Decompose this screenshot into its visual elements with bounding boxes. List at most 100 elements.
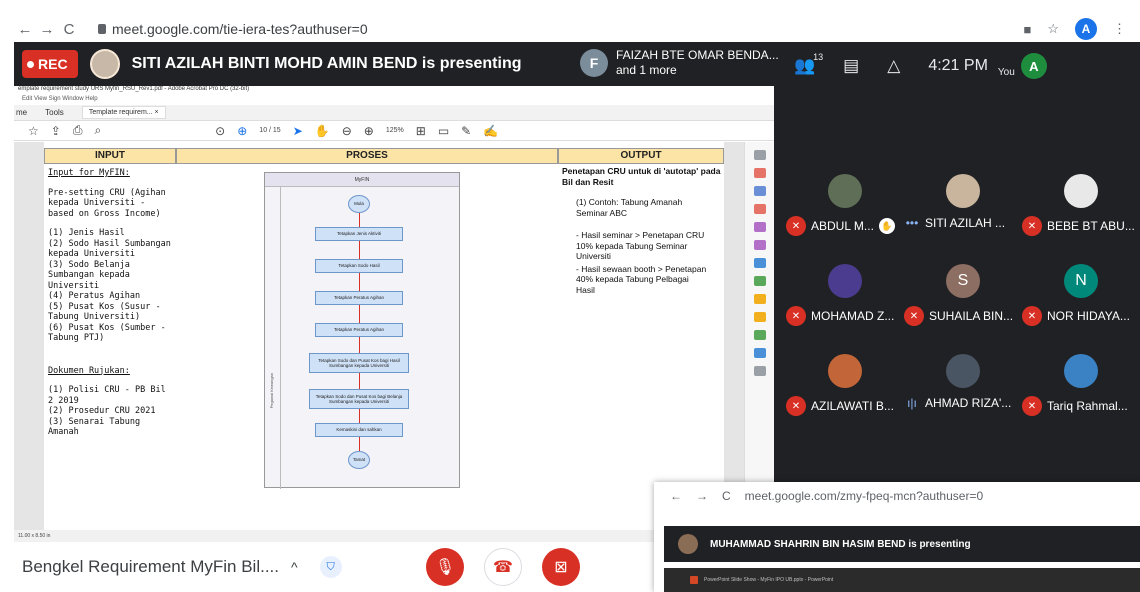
forward-button[interactable]: → (696, 489, 708, 503)
share-icon[interactable]: ⇪ (51, 124, 61, 138)
powerpoint-icon (690, 576, 698, 584)
url-text: meet.google.com/tie-iera-tes?authuser=0 (112, 21, 368, 37)
overlay-browser-window[interactable]: ← → C meet.google.com/zmy-fpeq-mcn?authu… (654, 482, 1140, 592)
scan-icon[interactable] (753, 276, 766, 286)
comment-icon[interactable] (753, 240, 766, 250)
participant-tile[interactable]: ✕ Tariq Rahmal... (1022, 354, 1140, 416)
participant-name: NOR HIDAYA... (1047, 309, 1130, 323)
back-button[interactable]: ← (14, 21, 36, 38)
search-icon[interactable] (753, 150, 766, 160)
tools-icon[interactable] (753, 366, 766, 376)
participant-tile[interactable]: ✕ AZILAWATI B... (786, 354, 904, 416)
overlay-url[interactable]: meet.google.com/zmy-fpeq-mcn?authuser=0 (745, 489, 983, 503)
participant-avatar (946, 174, 980, 208)
participant-avatar: S (946, 264, 980, 298)
organize-icon[interactable] (753, 204, 766, 214)
header-input: INPUT (44, 148, 176, 164)
star-icon[interactable]: ☆ (1047, 21, 1059, 37)
page-indicator[interactable]: 10 / 15 (259, 127, 280, 134)
print-icon[interactable]: ⎙ (73, 123, 83, 138)
rujukan-item: (2) Prosedur CRU 2021 (48, 406, 156, 416)
camera-toggle-button[interactable]: ⊠ (542, 548, 580, 586)
zoom-out-icon[interactable]: ⊖ (342, 124, 352, 138)
reload-button[interactable]: C (58, 21, 80, 38)
input-item: (5) Pusat Kos (Susur - Tabung Universiti… (48, 301, 161, 323)
participant-avatar (1064, 174, 1098, 208)
edit-icon[interactable] (753, 222, 766, 232)
chat-icon[interactable]: ▤ (843, 56, 859, 76)
flow-arrow (359, 213, 360, 227)
participant-tile[interactable]: ✕ MOHAMAD Z... (786, 264, 904, 326)
participant-avatar (828, 354, 862, 388)
export-icon[interactable] (753, 258, 766, 268)
tab-document[interactable]: Template requirem... × (81, 106, 166, 119)
address-bar[interactable]: meet.google.com/tie-iera-tes?authuser=0 (98, 21, 368, 37)
meeting-name[interactable]: Bengkel Requirement MyFin Bil.... (22, 557, 279, 577)
select-icon[interactable]: ➤ (293, 124, 303, 138)
star-icon[interactable]: ☆ (28, 124, 39, 138)
protect-icon[interactable] (753, 294, 766, 304)
note-icon[interactable] (753, 312, 766, 322)
participant-name: SUHAILA BIN... (929, 309, 1014, 323)
pdf-icon[interactable] (753, 168, 766, 178)
people-icon: 👥 (794, 56, 816, 75)
flow-arrow (359, 305, 360, 323)
comment-icon[interactable]: ▭ (438, 124, 449, 138)
zoom-in-icon[interactable]: ⊕ (364, 124, 374, 138)
back-button[interactable]: ← (670, 489, 682, 503)
chevron-up-icon[interactable]: ^ (291, 559, 298, 575)
shield-icon[interactable]: ⛉ (319, 556, 342, 578)
overlay-presenting-bar: MUHAMMAD SHAHRIN BIN HASIM BEND is prese… (664, 526, 1140, 562)
mic-off-icon: ✕ (1022, 306, 1042, 326)
mic-off-icon: ✕ (786, 396, 806, 416)
header-output: OUTPUT (558, 148, 724, 164)
flow-node: Tetapkan Sodo dan Pusat Kos bagi Hasil S… (309, 353, 409, 373)
next-page-icon[interactable]: ⊕ (237, 124, 247, 138)
sign-icon[interactable]: ✍ (483, 124, 498, 138)
profile-avatar[interactable]: A (1075, 18, 1097, 40)
menu-icon[interactable]: ⋮ (1113, 21, 1126, 37)
pen-icon[interactable]: ✎ (461, 124, 471, 138)
shield-icon[interactable] (753, 348, 766, 358)
print-icon[interactable] (753, 330, 766, 340)
fit-icon[interactable]: ⊞ (416, 124, 426, 138)
mic-off-icon: ✕ (1022, 396, 1042, 416)
participant-tile[interactable]: ı|ı AHMAD RIZA'... (904, 354, 1022, 414)
prev-page-icon[interactable]: ⊙ (215, 124, 225, 138)
tab-home[interactable]: me (16, 108, 27, 117)
participant-tile[interactable]: S ✕ SUHAILA BIN... (904, 264, 1022, 326)
overlay-ppt-bar: PowerPoint Slide Show - MyFin IPO UB.ppt… (664, 568, 1140, 592)
zoom-level[interactable]: 125% (386, 127, 404, 134)
participant-avatar (946, 354, 980, 388)
participant-tile[interactable]: ✕ BEBE BT ABU... (1022, 174, 1140, 236)
participant-name: AZILAWATI B... (811, 399, 894, 413)
reload-button[interactable]: C (722, 489, 731, 503)
leave-call-button[interactable]: ☎ (484, 548, 522, 586)
forward-button[interactable]: → (36, 21, 58, 38)
mic-toggle-button[interactable]: 🎙 (426, 548, 464, 586)
other-presenter[interactable]: F FAIZAH BTE OMAR BENDA... and 1 more (580, 48, 779, 78)
participants-count: 13 (813, 52, 824, 62)
participant-name: Tariq Rahmal... (1047, 399, 1128, 413)
activities-icon[interactable]: △ (887, 56, 900, 76)
camera-icon[interactable]: ■ (1023, 22, 1031, 37)
participant-name: SITI AZILAH ... (925, 216, 1006, 230)
participant-label: ••• SITI AZILAH ... (904, 216, 1022, 230)
flow-arrow (359, 241, 360, 259)
participants-button[interactable]: 👥 13 (794, 52, 823, 76)
combine-icon[interactable] (753, 186, 766, 196)
participant-tile[interactable]: N ✕ NOR HIDAYA... (1022, 264, 1140, 326)
meet-top-controls: 👥 13 ▤ △ 4:21 PM You A (794, 48, 1140, 84)
participant-name: ABDUL M... (811, 219, 874, 233)
flowchart: MyFIN Pegawai Kewangan Mula Tetapkan Jen… (264, 172, 460, 489)
flow-arrow (359, 373, 360, 389)
hand-icon[interactable]: ✋ (315, 124, 330, 138)
tab-tools[interactable]: Tools (45, 108, 64, 117)
participant-tile[interactable]: ✕ ABDUL M... ✋ (786, 174, 904, 236)
input-item: (6) Pusat Kos (Sumber - Tabung PTJ) (48, 322, 166, 344)
you-label: You (997, 66, 1015, 78)
search-icon[interactable]: ⌕ (94, 123, 101, 138)
participant-avatar (1064, 354, 1098, 388)
flowchart-lane: Pegawai Kewangan (265, 187, 281, 489)
participant-tile[interactable]: ••• SITI AZILAH ... (904, 174, 1022, 234)
